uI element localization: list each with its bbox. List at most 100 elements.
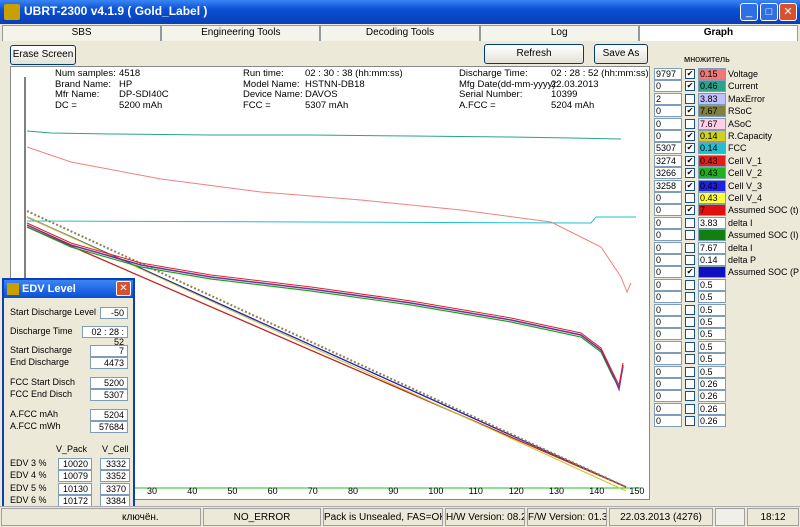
- series-checkbox[interactable]: [685, 379, 695, 389]
- start-discharge-level-field[interactable]: -50: [100, 307, 128, 319]
- edv-vcell-field[interactable]: 3352: [100, 470, 130, 483]
- discharge-time-field[interactable]: 02 : 28 : 52: [82, 326, 128, 347]
- series-multiplier-field[interactable]: 3.83: [698, 216, 726, 229]
- series-label: Voltage: [728, 69, 759, 79]
- series-value: 0: [654, 378, 682, 390]
- series-multiplier-field[interactable]: 7.67: [698, 105, 726, 118]
- series-checkbox[interactable]: [685, 93, 695, 104]
- series-checkbox[interactable]: [685, 403, 695, 414]
- series-row: 0 Assumed SOC (I): [654, 229, 800, 242]
- series-checkbox[interactable]: [685, 366, 695, 377]
- edv-vcell-field[interactable]: 3332: [100, 458, 130, 470]
- series-multiplier-field[interactable]: 0.43: [698, 192, 726, 204]
- series-multiplier-field[interactable]: [698, 266, 726, 279]
- fcc-start-field[interactable]: 5200: [90, 377, 128, 389]
- series-checkbox[interactable]: [685, 118, 695, 129]
- series-multiplier-field[interactable]: 7: [698, 204, 726, 217]
- series-multiplier-field[interactable]: 0.5: [698, 316, 726, 328]
- refresh-button[interactable]: Refresh: [484, 44, 584, 64]
- series-label: Cell V_2: [728, 168, 763, 179]
- tab-engineering-tools[interactable]: Engineering Tools: [161, 25, 321, 41]
- series-multiplier-field[interactable]: 0.43: [698, 154, 726, 167]
- series-checkbox[interactable]: [685, 193, 695, 203]
- series-checkbox[interactable]: [685, 317, 695, 327]
- series-checkbox[interactable]: [685, 230, 695, 241]
- edv-vcell-field[interactable]: 3370: [100, 482, 130, 495]
- series-checkbox[interactable]: [685, 255, 695, 265]
- series-checkbox[interactable]: ✔: [685, 81, 695, 92]
- series-checkbox[interactable]: ✔: [685, 205, 695, 216]
- series-checkbox[interactable]: [685, 354, 695, 365]
- end-discharge-field[interactable]: 4473: [90, 357, 128, 369]
- series-checkbox[interactable]: [685, 341, 695, 352]
- series-multiplier-field[interactable]: 0.26: [698, 378, 726, 390]
- series-multiplier-field[interactable]: 7.67: [698, 241, 726, 254]
- minimize-button[interactable]: _: [740, 3, 758, 21]
- series-checkbox[interactable]: ✔: [685, 106, 695, 117]
- series-checkbox[interactable]: [685, 292, 695, 303]
- series-multiplier-field[interactable]: 0.5: [698, 328, 726, 341]
- title-bar: UBRT-2300 v4.1.9 ( Gold_Label ) _ □ ✕: [0, 0, 800, 24]
- status-error: NO_ERROR: [203, 508, 321, 526]
- series-multiplier-field[interactable]: 3.83: [698, 92, 726, 105]
- series-row: 0 7.67 ASoC: [654, 117, 800, 130]
- tab-log[interactable]: Log: [479, 25, 639, 41]
- series-multiplier-field[interactable]: 0.5: [698, 353, 726, 366]
- series-multiplier-field[interactable]: [698, 229, 726, 242]
- series-multiplier-field[interactable]: 0.5: [698, 278, 726, 291]
- series-multiplier-field[interactable]: 0.26: [698, 402, 726, 415]
- series-row: 0 ✔ Assumed SOC (P: [654, 266, 800, 279]
- series-multiplier-field[interactable]: 0.5: [698, 340, 726, 353]
- close-button[interactable]: ✕: [779, 3, 797, 21]
- afcc-mah-field[interactable]: 5204: [90, 409, 128, 421]
- series-multiplier-field[interactable]: 0.26: [698, 390, 726, 403]
- info-col2-labels: Run time: Model Name: Device Name: FCC =: [243, 68, 303, 111]
- series-multiplier-field[interactable]: 0.5: [698, 303, 726, 316]
- app-icon: [4, 4, 20, 20]
- maximize-button[interactable]: □: [760, 3, 778, 21]
- fcc-end-field[interactable]: 5307: [90, 389, 128, 401]
- series-checkbox[interactable]: [685, 391, 695, 402]
- series-checkbox[interactable]: [685, 329, 695, 340]
- start-discharge-field[interactable]: 7: [90, 345, 128, 357]
- series-checkbox[interactable]: ✔: [685, 267, 695, 278]
- series-multiplier-field[interactable]: 0.26: [698, 415, 726, 428]
- edv-vpack-field[interactable]: 10130: [58, 482, 92, 495]
- series-checkbox[interactable]: [685, 279, 695, 290]
- tab-sbs[interactable]: SBS: [2, 25, 162, 41]
- tab-decoding-tools[interactable]: Decoding Tools: [320, 25, 480, 41]
- edv-vpack-field[interactable]: 10020: [58, 458, 92, 470]
- series-checkbox[interactable]: [685, 304, 695, 315]
- edv-close-button[interactable]: ✕: [116, 281, 131, 296]
- series-label: R.Capacity: [728, 131, 773, 141]
- series-checkbox[interactable]: ✔: [685, 180, 695, 191]
- series-checkbox[interactable]: [685, 217, 695, 228]
- series-multiplier-field[interactable]: 0.14: [698, 130, 726, 142]
- afcc-mwh-field[interactable]: 57684: [90, 421, 128, 433]
- series-checkbox[interactable]: [685, 416, 695, 427]
- series-multiplier-field[interactable]: 0.5: [698, 291, 726, 304]
- series-multiplier-field[interactable]: 0.5: [698, 365, 726, 378]
- series-multiplier-field[interactable]: 0.15: [698, 68, 726, 80]
- erase-screen-button[interactable]: Erase Screen: [10, 45, 76, 65]
- save-as-button[interactable]: Save As: [594, 44, 648, 64]
- series-checkbox[interactable]: [685, 242, 695, 253]
- series-checkbox[interactable]: ✔: [685, 69, 695, 79]
- series-multiplier-field[interactable]: 0.43: [698, 167, 726, 180]
- edv-vpack-field[interactable]: 10079: [58, 470, 92, 483]
- tab-graph[interactable]: Graph: [638, 25, 799, 41]
- series-checkbox[interactable]: ✔: [685, 155, 695, 166]
- series-value: 5307: [654, 142, 682, 155]
- afcc-mwh-label: A.FCC mWh: [10, 421, 61, 431]
- series-checkbox[interactable]: ✔: [685, 131, 695, 141]
- series-multiplier-field[interactable]: 0.43: [698, 179, 726, 192]
- status-spacer: [715, 508, 745, 526]
- series-multiplier-field[interactable]: 0.14: [698, 142, 726, 155]
- series-checkbox[interactable]: ✔: [685, 168, 695, 179]
- series-value: 0: [654, 415, 682, 428]
- series-multiplier-field[interactable]: 0.14: [698, 254, 726, 266]
- series-checkbox[interactable]: ✔: [685, 143, 695, 154]
- series-multiplier-field[interactable]: 0.46: [698, 80, 726, 93]
- edv-row-label: EDV 4 %: [10, 470, 47, 481]
- series-multiplier-field[interactable]: 7.67: [698, 117, 726, 130]
